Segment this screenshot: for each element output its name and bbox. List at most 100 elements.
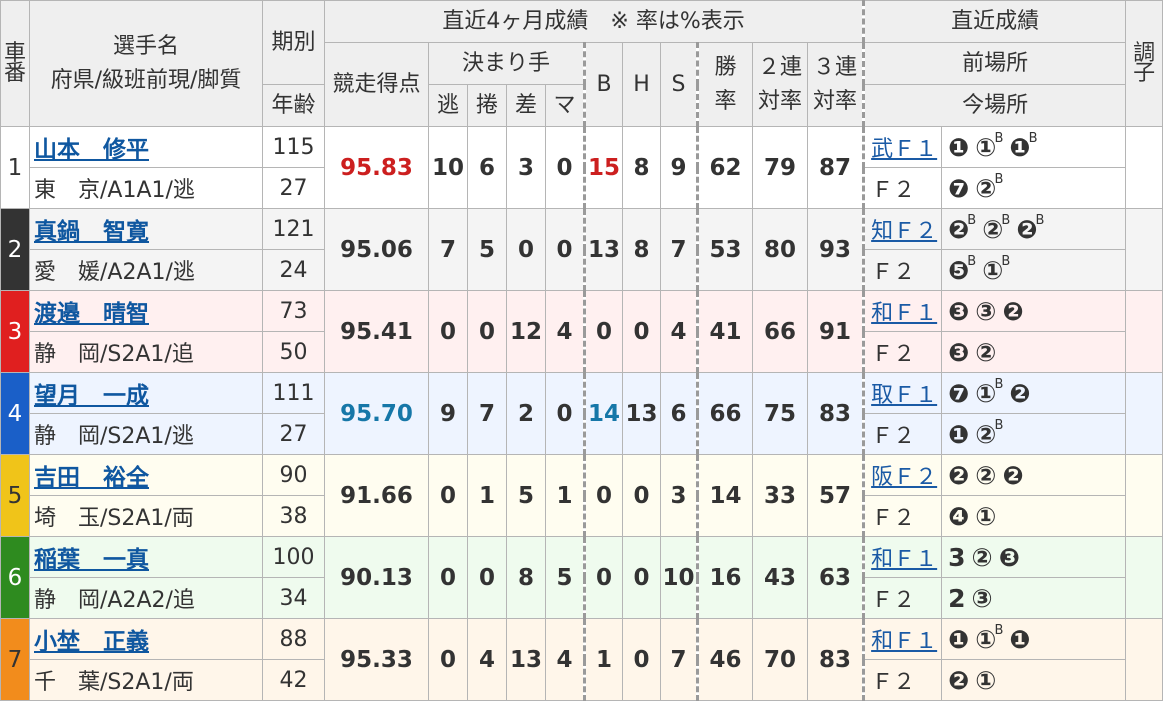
this-results: ❼ ②B — [941, 167, 1127, 209]
rider-name-link[interactable]: 吉田 裕全 — [34, 465, 149, 491]
rider-name-link[interactable]: 渡邉 晴智 — [34, 301, 149, 327]
term: 100 — [262, 536, 325, 578]
this-results: ❺B ①B — [941, 249, 1127, 291]
term: 73 — [262, 290, 325, 332]
result-mark: ❶ — [948, 624, 970, 654]
result-sup: B — [1001, 213, 1011, 229]
prev-venue-link[interactable]: 知Ｆ２ — [871, 219, 937, 244]
s-count: 6 — [660, 372, 698, 455]
nige-count: 10 — [428, 126, 468, 209]
result-mark: ① — [975, 501, 997, 531]
sashi-count: 13 — [506, 618, 546, 701]
term: 121 — [262, 208, 325, 250]
result-mark: ② — [971, 542, 993, 572]
prev-venue-link[interactable]: 阪Ｆ２ — [871, 465, 937, 490]
ren2-rate: 33 — [752, 454, 808, 537]
result-mark: ❹ — [948, 501, 970, 531]
ren2-rate: 75 — [752, 372, 808, 455]
rider-name-cell[interactable]: 望月 一成 — [29, 372, 263, 414]
race-score: 95.41 — [324, 290, 429, 373]
rider-name-link[interactable]: 山本 修平 — [34, 137, 149, 163]
prev-venue-cell[interactable]: 武Ｆ１ — [862, 126, 943, 168]
race-score: 95.70 — [324, 372, 429, 455]
prev-venue-cell[interactable]: 知Ｆ２ — [862, 208, 943, 250]
b-count: 14 — [583, 372, 623, 455]
rider-name-cell[interactable]: 真鍋 智寛 — [29, 208, 263, 250]
prev-venue-cell[interactable]: 和Ｆ１ — [862, 618, 943, 660]
result-mark: ❼ — [948, 173, 970, 203]
rider-name-cell[interactable]: 小埜 正義 — [29, 618, 263, 660]
makuri-count: 5 — [467, 208, 507, 291]
result-sup: B — [1001, 254, 1011, 270]
result-mark: ②B — [975, 418, 1004, 449]
this-venue-label: Ｆ２ — [862, 577, 943, 619]
ren2-header: ２連 対率 — [752, 42, 808, 127]
ren2-rate: 80 — [752, 208, 808, 291]
rider-pref-class-style: 千 葉/S2A1/両 — [29, 659, 263, 701]
result-mark: 2 — [948, 583, 966, 613]
result-mark: ②B — [982, 213, 1011, 244]
result-mark: ❷ — [1009, 378, 1031, 408]
win-rate: 41 — [696, 290, 753, 373]
rider-name-link[interactable]: 真鍋 智寛 — [34, 219, 149, 245]
prev-venue-link[interactable]: 取Ｆ１ — [871, 383, 937, 408]
prev-results: ❶ ①B ❶ — [941, 618, 1127, 660]
result-mark: ❸ — [948, 337, 970, 367]
rider-table: 車 番 選手名 府県/級班前現/脚質 期別 直近4ヶ月成績 ※ 率は%表示 直近… — [0, 0, 1164, 701]
result-mark: ③ — [971, 583, 993, 613]
rider-name-link[interactable]: 小埜 正義 — [34, 629, 149, 655]
prev-venue-cell[interactable]: 和Ｆ１ — [862, 290, 943, 332]
mark-count: 0 — [545, 372, 585, 455]
ren3-rate: 93 — [806, 208, 865, 291]
car-number: 1 — [0, 126, 30, 209]
age: 50 — [262, 331, 325, 373]
h-count: 8 — [622, 208, 661, 291]
rider-name-cell[interactable]: 渡邉 晴智 — [29, 290, 263, 332]
term: 90 — [262, 454, 325, 496]
condition-cell — [1125, 618, 1164, 701]
s-count: 3 — [660, 454, 698, 537]
ren3-rate: 91 — [806, 290, 865, 373]
mark-count: 5 — [545, 536, 585, 619]
prev-results: ❷B ②B ❷B — [941, 208, 1127, 250]
prev-venue-cell[interactable]: 阪Ｆ２ — [862, 454, 943, 496]
mark-count: 1 — [545, 454, 585, 537]
result-sup: B — [967, 254, 977, 270]
result-sup: B — [994, 377, 1004, 393]
this-venue-label: Ｆ２ — [862, 249, 943, 291]
prev-venue-link[interactable]: 武Ｆ１ — [871, 137, 937, 162]
term: 88 — [262, 618, 325, 660]
condition-header: 調 子 — [1125, 0, 1164, 127]
h-count: 0 — [622, 290, 661, 373]
mark-count: 0 — [545, 208, 585, 291]
prev-venue-link[interactable]: 和Ｆ１ — [871, 629, 937, 654]
condition-cell — [1125, 208, 1164, 291]
this-results: ❹① — [941, 495, 1127, 537]
rider-name-cell[interactable]: 吉田 裕全 — [29, 454, 263, 496]
rider-name-cell[interactable]: 稲葉 一真 — [29, 536, 263, 578]
ren2-rate: 70 — [752, 618, 808, 701]
ren2-rate: 79 — [752, 126, 808, 209]
rider-name-cell[interactable]: 山本 修平 — [29, 126, 263, 168]
result-mark: ❺B — [948, 254, 977, 285]
this-venue-label: Ｆ２ — [862, 495, 943, 537]
prev-venue-cell[interactable]: 和Ｆ１ — [862, 536, 943, 578]
prev-venue-cell[interactable]: 取Ｆ１ — [862, 372, 943, 414]
ren2-rate: 43 — [752, 536, 808, 619]
result-mark: ❸ — [998, 542, 1020, 572]
this-venue-header: 今場所 — [862, 84, 1127, 127]
rider-name-link[interactable]: 望月 一成 — [34, 383, 149, 409]
condition-cell — [1125, 372, 1164, 455]
prev-results: 3②❸ — [941, 536, 1127, 578]
rider-row: 5 吉田 裕全 90 91.66 0 1 5 1 0 0 3 14 33 57 阪Ｆ２ ❷ ② ❷ — [0, 454, 1164, 537]
h-header: H — [622, 42, 661, 127]
rider-pref-class-style: 埼 玉/S2A1/両 — [29, 495, 263, 537]
result-mark: 3 — [948, 542, 966, 572]
ren2-rate: 66 — [752, 290, 808, 373]
result-mark: ❸ — [948, 296, 970, 326]
prev-venue-link[interactable]: 和Ｆ１ — [871, 547, 937, 572]
prev-venue-link[interactable]: 和Ｆ１ — [871, 301, 937, 326]
rider-name-link[interactable]: 稲葉 一真 — [34, 547, 149, 573]
rider-pref-class-style: 愛 媛/A2A1/逃 — [29, 249, 263, 291]
car-number: 6 — [0, 536, 30, 619]
